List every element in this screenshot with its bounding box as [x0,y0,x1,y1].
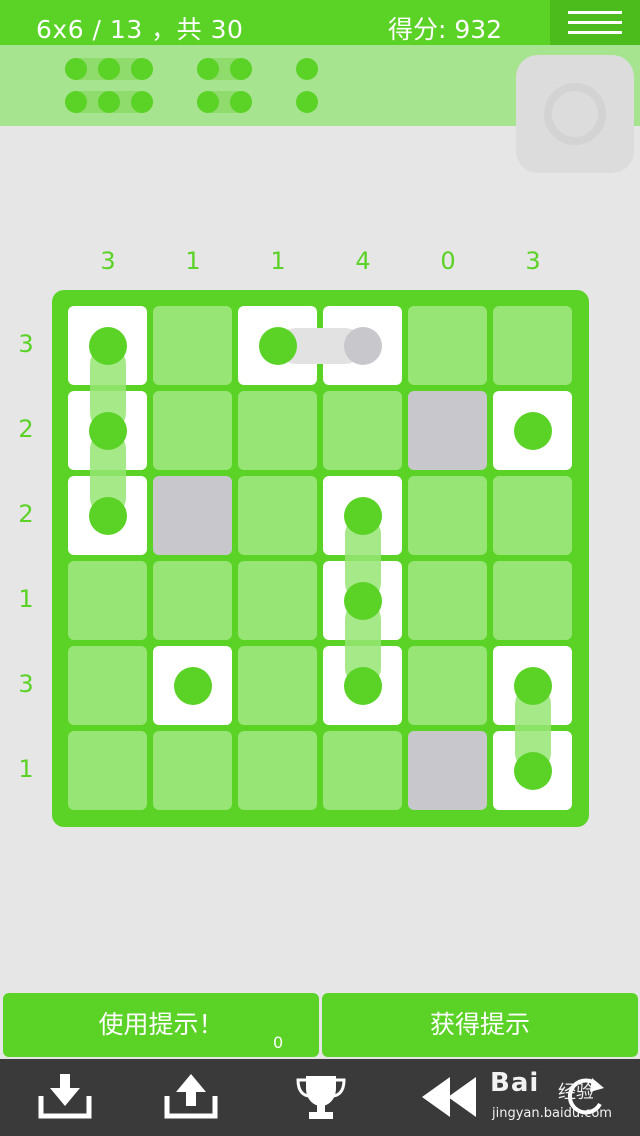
board-cell-r5-c5[interactable] [408,646,487,725]
board-cell-r1-c2[interactable] [153,306,232,385]
board-cell-r6-c2[interactable] [153,731,232,810]
board-cell-r4-c4[interactable] [323,561,402,640]
hint-count-badge: 0 [273,1033,284,1052]
board-cell-r1-c6[interactable] [493,306,572,385]
rewind-icon[interactable] [402,1059,492,1136]
row-clue: 2 [18,500,34,528]
baidu-watermark: Bai 经验 jingyan.baidu.com [490,1068,612,1121]
row-clue: 3 [18,330,34,358]
level-progress: 6x6 / 13 ，共 30 [36,15,244,44]
row-clue: 3 [18,670,34,698]
board-cell-r2-c2[interactable] [153,391,232,470]
hamburger-menu-icon[interactable] [550,0,640,45]
board-cell-r4-c6[interactable] [493,561,572,640]
piece-1-b [296,91,318,113]
board-cell-r2-c1[interactable] [68,391,147,470]
top-bar: 6x6 / 13 ，共 30 得分: 932 [0,0,640,45]
column-clue: 0 [440,247,456,275]
board-cell-r6-c5[interactable] [408,731,487,810]
piece-1-a [296,58,318,80]
board-cell-r5-c4[interactable] [323,646,402,725]
board-cell-r1-c3[interactable] [238,306,317,385]
board-cell-r5-c2[interactable] [153,646,232,725]
column-clue: 3 [525,247,541,275]
upload-icon[interactable] [146,1059,236,1136]
column-clue: 3 [100,247,116,275]
board-cell-r3-c2[interactable] [153,476,232,555]
column-clue: 1 [185,247,201,275]
board-cell-r3-c5[interactable] [408,476,487,555]
get-hint-button[interactable]: 获得提示 [322,993,638,1057]
board-cell-r4-c3[interactable] [238,561,317,640]
row-clue: 1 [18,755,34,783]
board-cell-r3-c4[interactable] [323,476,402,555]
trophy-icon[interactable] [276,1059,366,1136]
row-clue: 2 [18,415,34,443]
score-display: 得分: 932 [388,15,503,44]
board-cell-r3-c3[interactable] [238,476,317,555]
ghost-target-icon[interactable] [516,55,634,173]
board-cell-r6-c3[interactable] [238,731,317,810]
board-cell-r1-c1[interactable] [68,306,147,385]
board-cell-r5-c6[interactable] [493,646,572,725]
game-board [52,290,589,827]
board-cell-r5-c1[interactable] [68,646,147,725]
board-cell-r2-c3[interactable] [238,391,317,470]
board-cell-r4-c1[interactable] [68,561,147,640]
column-clue: 1 [270,247,286,275]
board-cell-r6-c6[interactable] [493,731,572,810]
board-cell-r4-c2[interactable] [153,561,232,640]
download-icon[interactable] [20,1059,110,1136]
board-cell-r3-c6[interactable] [493,476,572,555]
board-cell-r2-c6[interactable] [493,391,572,470]
board-cell-r3-c1[interactable] [68,476,147,555]
use-hint-button[interactable]: 使用提示！ [3,993,319,1057]
board-cell-r5-c3[interactable] [238,646,317,725]
column-clue: 4 [355,247,371,275]
row-clue: 1 [18,585,34,613]
board-cell-r1-c5[interactable] [408,306,487,385]
board-cell-r6-c1[interactable] [68,731,147,810]
board-cell-r6-c4[interactable] [323,731,402,810]
board-cell-r2-c5[interactable] [408,391,487,470]
board-cell-r4-c5[interactable] [408,561,487,640]
board-cell-r2-c4[interactable] [323,391,402,470]
board-cell-r1-c4[interactable] [323,306,402,385]
